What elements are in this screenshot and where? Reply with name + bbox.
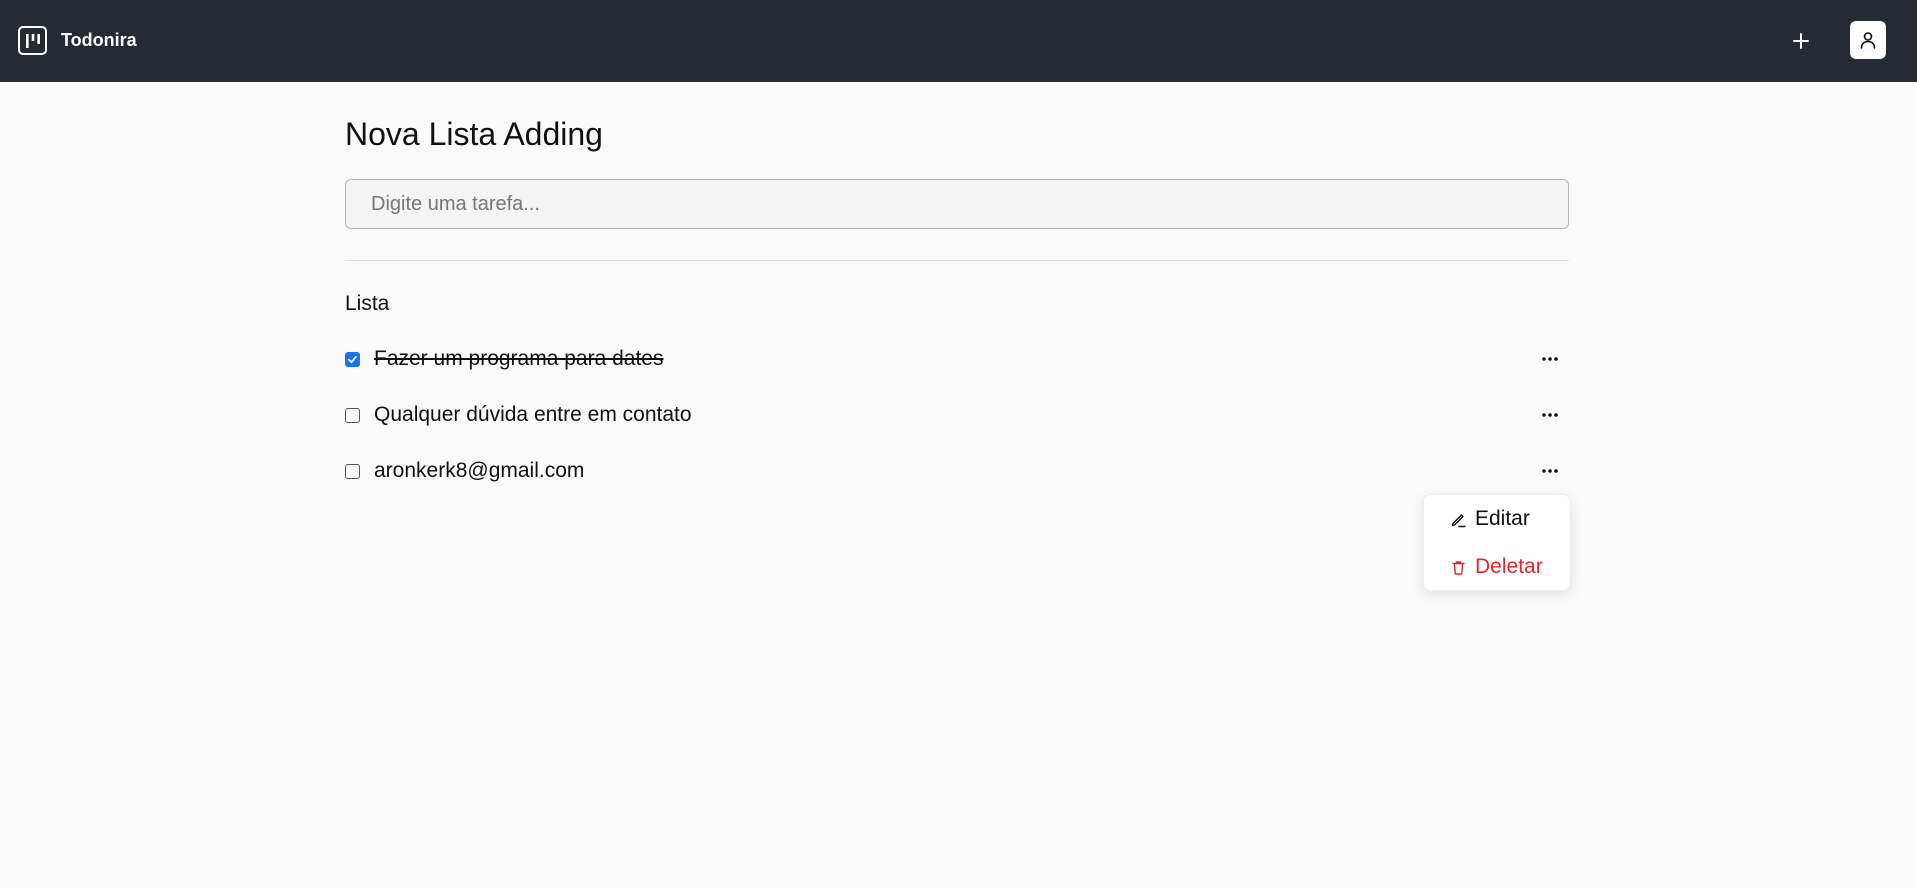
- divider: [345, 260, 1569, 261]
- checkmark-icon: [348, 355, 357, 363]
- page-title: Nova Lista Adding: [345, 116, 603, 152]
- more-horizontal-icon: [1542, 357, 1558, 361]
- more-horizontal-icon: [1542, 413, 1558, 417]
- task-options-menu: Editar Deletar: [1423, 494, 1571, 591]
- more-horizontal-icon: [1542, 469, 1558, 473]
- task-checkbox[interactable]: [345, 351, 360, 367]
- app-name: Todonira: [61, 30, 137, 50]
- trash-icon: [1450, 559, 1467, 576]
- task-label: aronkerk8@gmail.com: [374, 459, 585, 482]
- edit-label: Editar: [1475, 507, 1530, 530]
- task-row: aronkerk8@gmail.com: [345, 455, 1569, 487]
- edit-task-menu-item[interactable]: Editar: [1450, 507, 1530, 531]
- task-options-button[interactable]: [1535, 461, 1565, 481]
- user-icon: [1860, 32, 1876, 49]
- task-checkbox[interactable]: [345, 407, 360, 423]
- brand[interactable]: Todonira: [18, 26, 137, 55]
- plus-icon: [1793, 33, 1809, 49]
- task-row: Qualquer dúvida entre em contato: [345, 399, 1569, 431]
- kanban-board-icon: [18, 26, 47, 55]
- kanban-board-glyph: [25, 33, 40, 48]
- task-checkbox[interactable]: [345, 463, 360, 479]
- task-label: Qualquer dúvida entre em contato: [374, 403, 692, 426]
- task-options-button[interactable]: [1535, 405, 1565, 425]
- pencil-icon: [1450, 511, 1467, 528]
- new-task-input[interactable]: [345, 179, 1569, 229]
- list-heading: Lista: [345, 292, 390, 315]
- delete-label: Deletar: [1475, 555, 1543, 578]
- add-list-button[interactable]: [1786, 26, 1816, 56]
- task-options-button[interactable]: [1535, 349, 1565, 369]
- user-menu-button[interactable]: [1850, 21, 1886, 59]
- task-label: Fazer um programa para dates: [374, 347, 664, 370]
- top-navigation-bar: Todonira: [0, 0, 1917, 82]
- task-row: Fazer um programa para dates: [345, 343, 1569, 375]
- delete-task-menu-item[interactable]: Deletar: [1450, 555, 1543, 579]
